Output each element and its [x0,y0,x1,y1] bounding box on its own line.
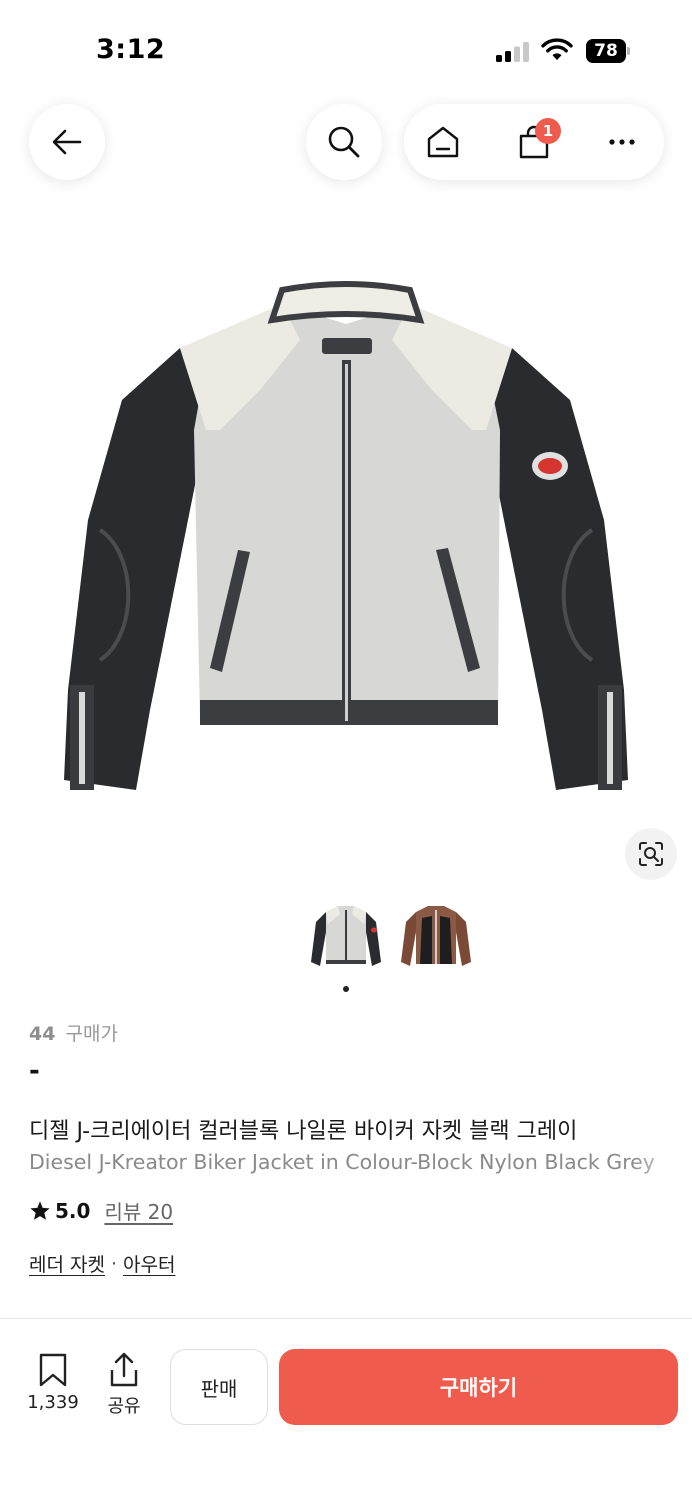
rating-value: 5.0 [55,1198,91,1223]
signal-icon [496,42,529,62]
wifi-icon [541,38,573,60]
category-link-outer[interactable]: 아우터 [123,1250,175,1277]
bookmark-icon [39,1353,67,1387]
home-icon [427,126,459,158]
share-icon [110,1352,138,1387]
star-icon [30,1200,50,1220]
bookmark-button[interactable]: 1,339 [18,1352,88,1422]
category-link-leather-jacket[interactable]: 레더 자켓 [29,1250,105,1277]
size-purchase-line: 44 구매가 [29,1019,118,1046]
size-value: 44 [29,1023,56,1045]
battery-indicator: 78 [586,39,630,63]
bottom-bar-divider [0,1318,692,1319]
size-label: 구매가 [65,1023,118,1045]
more-icon [609,139,635,145]
more-button[interactable] [600,120,644,164]
battery-tip [627,47,630,55]
search-icon [328,126,360,158]
home-button[interactable] [421,120,465,164]
category-links: 레더 자켓 · 아우터 [29,1250,175,1277]
title-fade-overlay [632,1146,692,1180]
buy-button[interactable]: 구매하기 [279,1349,678,1425]
share-button[interactable]: 공유 [98,1352,150,1422]
category-separator: · [110,1252,118,1275]
lens-icon [639,842,663,866]
review-link[interactable]: 리뷰 20 [104,1196,173,1225]
product-title-kr: 디젤 J-크리에이터 컬러블록 나일론 바이커 자켓 블랙 그레이 [29,1119,578,1144]
sell-button[interactable]: 판매 [170,1349,268,1425]
thumbnail-white-grey-jacket[interactable] [308,902,384,978]
bookmark-count: 1,339 [27,1392,79,1413]
price: - [29,1056,40,1086]
bottom-action-bar: 1,339 공유 판매 구매하기 [0,1330,692,1500]
rating-row: 5.0 리뷰 20 [29,1196,173,1225]
lens-search-button[interactable] [625,828,677,880]
back-arrow-icon [52,129,82,155]
product-title-en: Diesel J-Kreator Biker Jacket in Colour-… [29,1150,655,1174]
cart-count-badge: 1 [535,118,561,144]
status-bar: 3:12 78 [0,0,692,100]
thumbnail-brown-jacket[interactable] [398,902,474,978]
status-time: 3:12 [96,34,166,65]
back-button[interactable] [29,104,105,180]
gallery-page-indicator [343,986,349,992]
nav-action-group: 1 [404,104,664,180]
product-image[interactable] [60,280,632,810]
battery-level: 78 [586,39,626,63]
share-label: 공유 [107,1396,141,1417]
search-button[interactable] [306,104,382,180]
